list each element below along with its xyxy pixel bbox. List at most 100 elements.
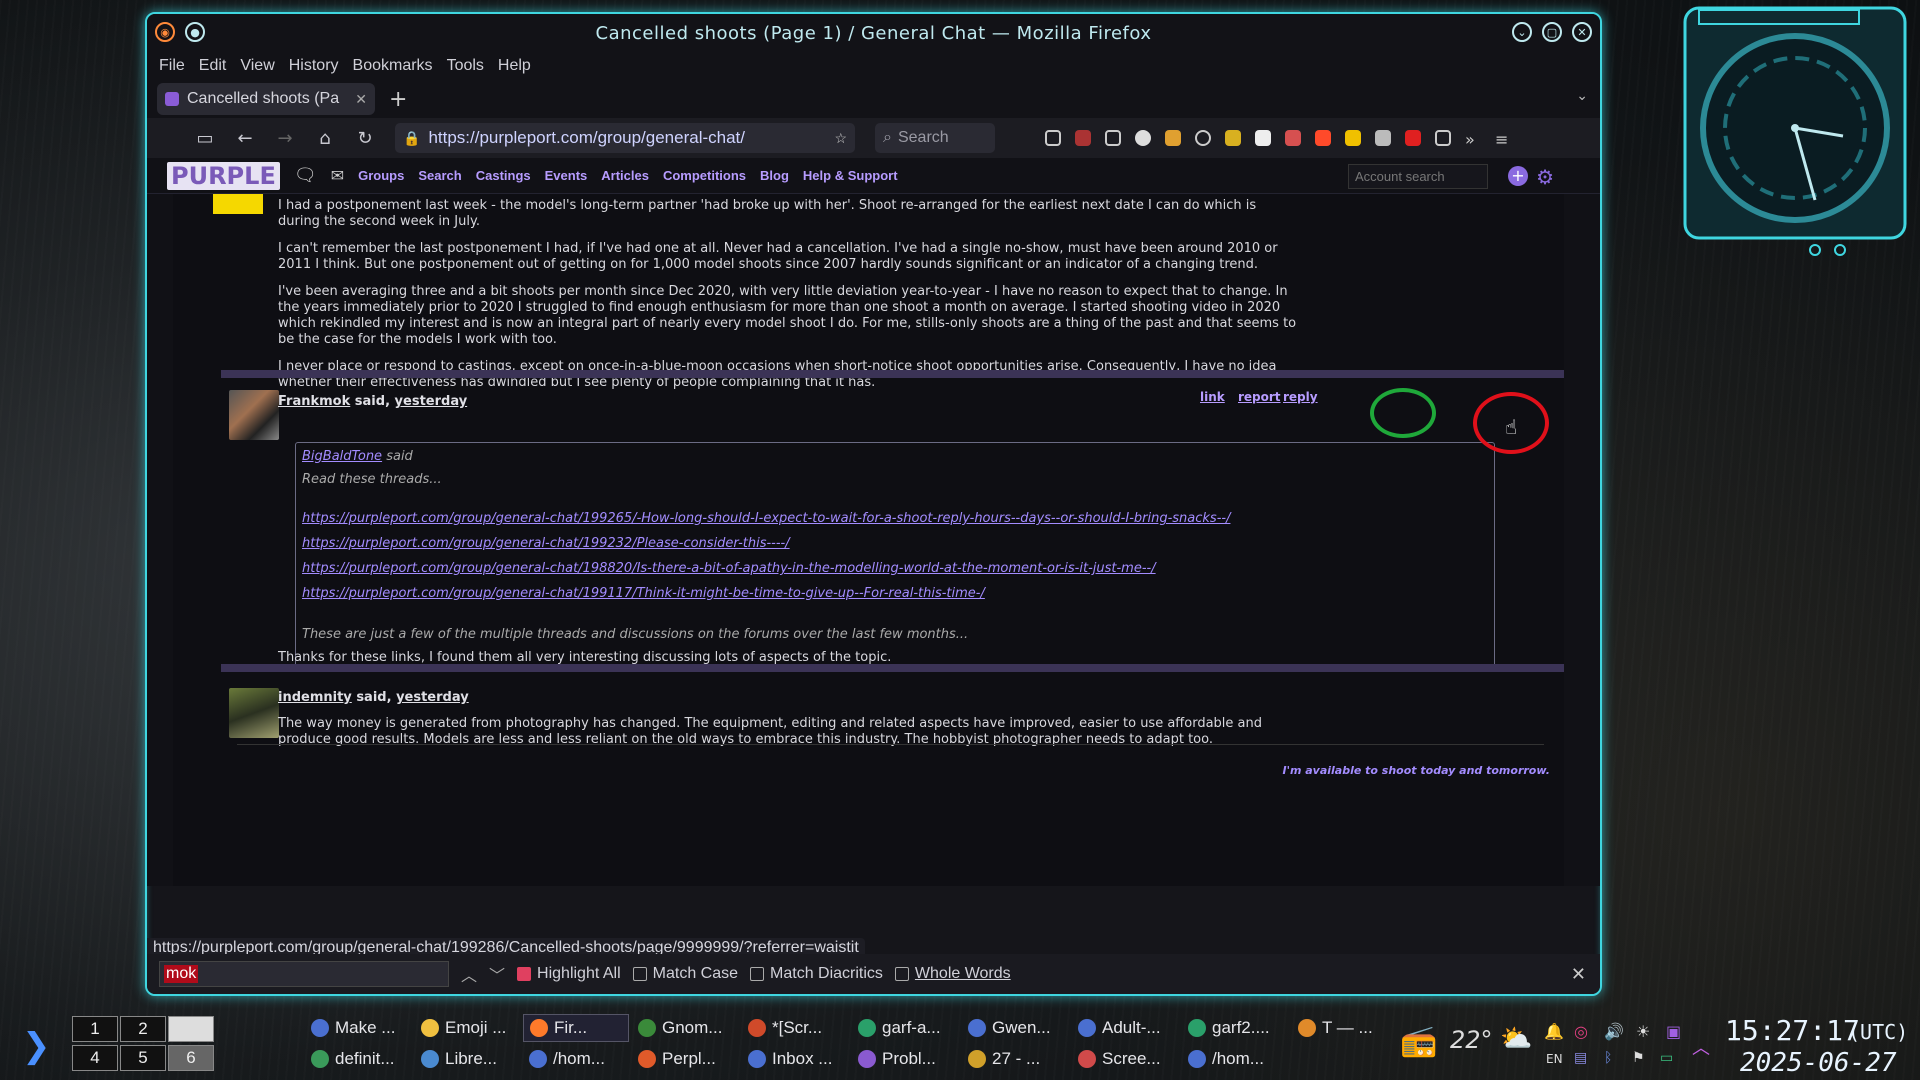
workspace-4[interactable]: 4: [72, 1045, 118, 1071]
whole-words-checkbox[interactable]: Whole Words: [894, 965, 1011, 983]
author-link[interactable]: indemnity: [278, 690, 352, 705]
nav-search[interactable]: Search: [418, 168, 461, 183]
volume-icon[interactable]: 🔊: [1604, 1022, 1624, 1041]
workspace-6[interactable]: 6: [168, 1045, 214, 1071]
menu-help[interactable]: Help: [498, 57, 531, 75]
tray-expand-chevron-icon[interactable]: ︿: [1692, 1034, 1710, 1060]
reply-action[interactable]: reply: [1283, 390, 1318, 404]
display-icon[interactable]: ▣: [1666, 1022, 1681, 1041]
clipboard-icon[interactable]: ▤: [1574, 1050, 1587, 1066]
avatar[interactable]: [229, 688, 279, 738]
forum-icon[interactable]: 🗨: [294, 165, 317, 186]
find-previous-icon[interactable]: ︿: [461, 962, 477, 986]
task-button[interactable]: Emoji ...: [415, 1014, 523, 1042]
chat-extension-icon[interactable]: [1135, 130, 1151, 146]
nav-articles[interactable]: Articles: [601, 168, 649, 183]
menu-edit[interactable]: Edit: [199, 57, 227, 75]
reload-icon[interactable]: ↻: [355, 128, 375, 149]
tab-cancelled-shoots[interactable]: Cancelled shoots (Pa ✕: [157, 83, 375, 115]
quote-author-link[interactable]: BigBaldTone: [302, 449, 382, 464]
workspace-5[interactable]: 5: [120, 1045, 166, 1071]
nav-groups[interactable]: Groups: [358, 168, 404, 183]
task-button[interactable]: Probl...: [852, 1045, 960, 1073]
task-button[interactable]: Inbox ...: [742, 1045, 850, 1073]
record-extension-icon[interactable]: [1315, 130, 1331, 146]
glasses-extension-icon[interactable]: [1285, 130, 1301, 146]
menu-tools[interactable]: Tools: [447, 57, 484, 75]
folder-icon[interactable]: ▭: [195, 128, 215, 149]
workspace-3[interactable]: [168, 1016, 214, 1042]
pen-extension-icon[interactable]: [1225, 130, 1241, 146]
find-close-icon[interactable]: ✕: [1571, 964, 1586, 985]
match-case-checkbox[interactable]: Match Case: [632, 965, 738, 983]
account-icon[interactable]: [1195, 130, 1211, 146]
workspace-2[interactable]: 2: [120, 1016, 166, 1042]
find-next-icon[interactable]: ﹀: [489, 962, 505, 986]
overflow-menu-icon[interactable]: »: [1465, 130, 1481, 149]
maximize-icon[interactable]: ▢: [1542, 22, 1562, 42]
minimize-icon[interactable]: ⌄: [1512, 22, 1532, 42]
new-tab-icon[interactable]: +: [389, 87, 407, 112]
menu-view[interactable]: View: [240, 57, 274, 75]
hamburger-menu-icon[interactable]: ≡: [1495, 130, 1511, 149]
task-button[interactable]: *[Scr...: [742, 1014, 850, 1042]
quote-thread-link[interactable]: https://purpleport.com/group/general-cha…: [302, 561, 1488, 576]
task-button[interactable]: Perpl...: [632, 1045, 740, 1073]
link-action[interactable]: link: [1200, 390, 1225, 404]
notification-bell-icon[interactable]: 🔔: [1544, 1022, 1564, 1041]
pocket-icon[interactable]: [1045, 130, 1061, 146]
workspace-1[interactable]: 1: [72, 1016, 118, 1042]
list-tabs-chevron-icon[interactable]: ⌄: [1576, 88, 1588, 104]
task-button[interactable]: Adult-...: [1072, 1014, 1180, 1042]
search-box[interactable]: ⌕ Search: [875, 123, 995, 153]
radio-icon[interactable]: 📻: [1400, 1024, 1437, 1059]
author-link[interactable]: Frankmok: [278, 394, 350, 409]
task-button[interactable]: garf-a...: [852, 1014, 960, 1042]
settings-gear-icon[interactable]: ⚙: [1536, 165, 1554, 189]
task-button[interactable]: Gnom...: [632, 1014, 740, 1042]
quote-thread-link[interactable]: https://purpleport.com/group/general-cha…: [302, 536, 1488, 551]
nav-castings[interactable]: Castings: [476, 168, 531, 183]
forward-icon[interactable]: →: [275, 128, 295, 149]
nav-events[interactable]: Events: [545, 168, 588, 183]
firefox-icon[interactable]: ◉: [155, 22, 175, 42]
tampermonkey-icon[interactable]: [1165, 130, 1181, 146]
highlight-all-checkbox[interactable]: Highlight All: [517, 965, 621, 983]
purpleport-logo[interactable]: PURPLE: [167, 161, 280, 190]
home-icon[interactable]: ⌂: [315, 128, 335, 149]
task-button[interactable]: Libre...: [415, 1045, 523, 1073]
quote-thread-link[interactable]: https://purpleport.com/group/general-cha…: [302, 511, 1488, 526]
keyboard-language[interactable]: EN: [1546, 1052, 1563, 1066]
flag-icon[interactable]: ⚑: [1632, 1050, 1645, 1066]
nav-help-support[interactable]: Help & Support: [803, 168, 898, 183]
tree-extension-icon[interactable]: [1375, 130, 1391, 146]
post-time-link[interactable]: yesterday: [395, 394, 468, 409]
url-bar[interactable]: 🔒 https://purpleport.com/group/general-c…: [395, 123, 855, 153]
add-icon[interactable]: +: [1508, 166, 1528, 186]
task-button[interactable]: Gwen...: [962, 1014, 1070, 1042]
close-icon[interactable]: ✕: [1572, 22, 1592, 42]
back-icon[interactable]: ←: [235, 128, 255, 149]
match-diacritics-checkbox[interactable]: Match Diacritics: [750, 965, 883, 983]
find-input[interactable]: mok: [159, 961, 449, 987]
window-menu-icon[interactable]: ●: [185, 22, 205, 42]
quote-thread-link[interactable]: https://purpleport.com/group/general-cha…: [302, 586, 1488, 601]
task-button[interactable]: T — ...: [1292, 1014, 1396, 1042]
task-button[interactable]: Make ...: [305, 1014, 415, 1042]
battery-icon[interactable]: ▭: [1660, 1050, 1673, 1066]
nav-competitions[interactable]: Competitions: [663, 168, 746, 183]
sync-icon[interactable]: ◎: [1574, 1022, 1588, 1041]
task-button[interactable]: Scree...: [1072, 1045, 1180, 1073]
task-button[interactable]: 27 - ...: [962, 1045, 1070, 1073]
extensions-puzzle-icon[interactable]: [1435, 130, 1451, 146]
menu-bookmarks[interactable]: Bookmarks: [353, 57, 433, 75]
tab-close-icon[interactable]: ✕: [355, 91, 367, 108]
menu-history[interactable]: History: [289, 57, 339, 75]
marker-extension-icon[interactable]: [1345, 130, 1361, 146]
task-button[interactable]: /hom...: [523, 1045, 631, 1073]
task-button[interactable]: /hom...: [1182, 1045, 1290, 1073]
brightness-icon[interactable]: ☀: [1636, 1022, 1650, 1041]
task-button[interactable]: definit...: [305, 1045, 415, 1073]
bluetooth-icon[interactable]: ᛒ: [1604, 1050, 1612, 1066]
report-action[interactable]: report: [1238, 390, 1281, 404]
